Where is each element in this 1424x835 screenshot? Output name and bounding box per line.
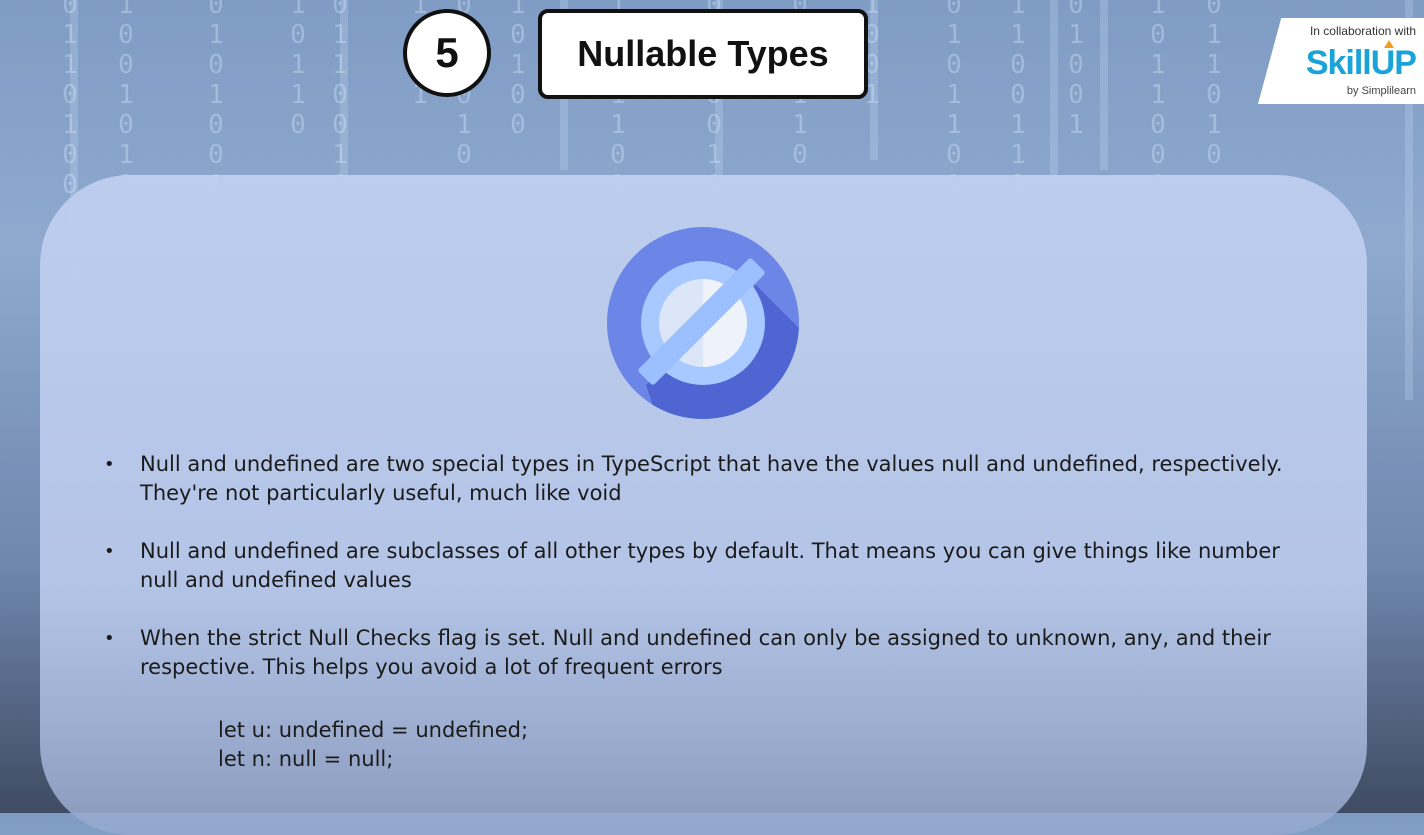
bullet-item: When the strict Null Checks flag is set.… bbox=[104, 624, 1324, 682]
code-line: let n: null = null; bbox=[218, 747, 394, 771]
slide-number: 5 bbox=[435, 29, 459, 76]
null-symbol-icon bbox=[606, 225, 800, 425]
slide-title: Nullable Types bbox=[577, 33, 829, 74]
bullet-list: Null and undefined are two special types… bbox=[104, 450, 1324, 711]
logo-brand: SkillUP bbox=[1305, 44, 1417, 82]
slide-number-badge: 5 bbox=[403, 9, 491, 97]
bullet-item: Null and undefined are subclasses of all… bbox=[104, 537, 1324, 595]
logo-collab-text: In collaboration with bbox=[1309, 24, 1416, 38]
code-sample: let u: undefined = undefined; let n: nul… bbox=[218, 716, 528, 774]
skillup-logo: In collaboration with SkillUP by Simplil… bbox=[1258, 18, 1424, 104]
slide-title-box: Nullable Types bbox=[538, 9, 868, 99]
logo-by-text: by Simplilearn bbox=[1346, 85, 1416, 97]
code-line: let u: undefined = undefined; bbox=[218, 718, 529, 742]
bullet-item: Null and undefined are two special types… bbox=[104, 450, 1324, 508]
